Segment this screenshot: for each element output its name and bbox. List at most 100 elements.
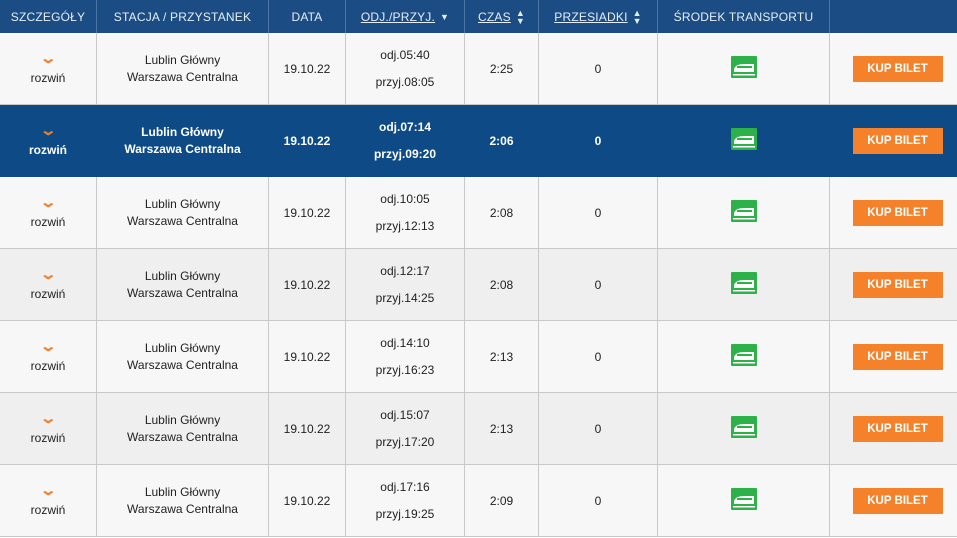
- dep-arr-cell: odj.15:07 przyj.17:20: [346, 393, 465, 465]
- ticket-cell: KUP BILET: [830, 465, 957, 537]
- from-station: Lublin Główny: [141, 124, 224, 139]
- expand-label: rozwiń: [29, 142, 67, 157]
- buy-ticket-button[interactable]: KUP BILET: [852, 415, 943, 442]
- duration-cell: 2:08: [465, 177, 539, 249]
- arrival-time: przyj.16:23: [375, 362, 435, 377]
- dep-arr-cell: odj.12:17 przyj.14:25: [346, 249, 465, 321]
- train-icon: [730, 272, 757, 297]
- station-cell: Lublin Główny Warszawa Centralna: [97, 321, 269, 393]
- from-station: Lublin Główny: [144, 52, 221, 67]
- date-cell: 19.10.22: [269, 393, 346, 465]
- duration-cell: 2:09: [465, 465, 539, 537]
- connections-table: SZCZEGÓŁY STACJA / PRZYSTANEK DATA ODJ./…: [0, 0, 957, 537]
- ticket-cell: KUP BILET: [830, 177, 957, 249]
- to-station: Warszawa Centralna: [127, 285, 238, 300]
- from-station: Lublin Główny: [144, 484, 221, 499]
- ticket-cell: KUP BILET: [830, 105, 957, 177]
- buy-ticket-button[interactable]: KUP BILET: [852, 199, 943, 226]
- departure-time: odj.15:07: [380, 407, 430, 422]
- departure-time: odj.05:40: [380, 47, 430, 62]
- header-date: DATA: [269, 0, 346, 33]
- chevron-down-icon: ⌄: [39, 409, 57, 427]
- transport-cell: [658, 33, 830, 105]
- station-cell: Lublin Główny Warszawa Centralna: [97, 393, 269, 465]
- train-icon: [730, 200, 757, 225]
- arrival-time: przyj.14:25: [375, 290, 435, 305]
- ticket-cell: KUP BILET: [830, 249, 957, 321]
- table-row: ⌄ rozwiń Lublin Główny Warszawa Centralna 19…: [0, 249, 957, 321]
- table-row: ⌄ rozwiń Lublin Główny Warszawa Centralna 19…: [0, 393, 957, 465]
- date-cell: 19.10.22: [269, 33, 346, 105]
- date-cell: 19.10.22: [269, 105, 346, 177]
- duration-cell: 2:08: [465, 249, 539, 321]
- transfers-cell: 0: [539, 33, 658, 105]
- expand-label: rozwiń: [30, 502, 66, 517]
- expand-toggle[interactable]: ⌄ rozwiń: [0, 465, 97, 537]
- buy-ticket-button[interactable]: KUP BILET: [852, 487, 943, 514]
- duration-cell: 2:13: [465, 321, 539, 393]
- expand-toggle[interactable]: ⌄ rozwiń: [0, 177, 97, 249]
- transport-cell: [658, 321, 830, 393]
- train-icon: [730, 344, 757, 369]
- to-station: Warszawa Centralna: [124, 141, 241, 156]
- transport-cell: [658, 105, 830, 177]
- transport-cell: [658, 465, 830, 537]
- expand-toggle[interactable]: ⌄ rozwiń: [0, 393, 97, 465]
- transfers-cell: 0: [539, 321, 658, 393]
- expand-toggle[interactable]: ⌄ rozwiń: [0, 33, 97, 105]
- station-cell: Lublin Główny Warszawa Centralna: [97, 249, 269, 321]
- departure-time: odj.07:14: [378, 119, 432, 134]
- header-transport: ŚRODEK TRANSPORTU: [658, 0, 830, 33]
- date-cell: 19.10.22: [269, 177, 346, 249]
- header-details: SZCZEGÓŁY: [0, 0, 97, 33]
- header-station: STACJA / PRZYSTANEK: [97, 0, 269, 33]
- header-empty: [830, 0, 957, 33]
- arrival-time: przyj.12:13: [375, 218, 435, 233]
- buy-ticket-button[interactable]: KUP BILET: [852, 343, 943, 370]
- from-station: Lublin Główny: [144, 268, 221, 283]
- sort-dep-arr-button[interactable]: ODJ./PRZYJ. ▼: [346, 0, 465, 33]
- station-cell: Lublin Główny Warszawa Centralna: [97, 465, 269, 537]
- to-station: Warszawa Centralna: [127, 501, 238, 516]
- expand-label: rozwiń: [30, 70, 66, 85]
- chevron-down-icon: ⌄: [39, 337, 57, 355]
- expand-toggle[interactable]: ⌄ rozwiń: [0, 249, 97, 321]
- train-icon: [730, 56, 757, 81]
- expand-toggle[interactable]: ⌄ rozwiń: [0, 321, 97, 393]
- transport-cell: [658, 393, 830, 465]
- to-station: Warszawa Centralna: [127, 357, 238, 372]
- sort-transfers-button[interactable]: PRZESIADKI ▲ ▼: [539, 0, 658, 33]
- table-row: ⌄ rozwiń Lublin Główny Warszawa Centralna 19…: [0, 321, 957, 393]
- departure-time: odj.10:05: [380, 191, 430, 206]
- station-cell: Lublin Główny Warszawa Centralna: [97, 177, 269, 249]
- from-station: Lublin Główny: [144, 412, 221, 427]
- from-station: Lublin Główny: [144, 340, 221, 355]
- duration-cell: 2:13: [465, 393, 539, 465]
- expand-toggle[interactable]: ⌄ rozwiń: [0, 105, 97, 177]
- chevron-down-icon: ⌄: [39, 265, 57, 283]
- transfers-cell: 0: [539, 465, 658, 537]
- expand-label: rozwiń: [30, 214, 66, 229]
- table-row: ⌄ rozwiń Lublin Główny Warszawa Centralna 19…: [0, 33, 957, 105]
- dep-arr-cell: odj.14:10 przyj.16:23: [346, 321, 465, 393]
- arrival-time: przyj.19:25: [375, 506, 435, 521]
- table-header: SZCZEGÓŁY STACJA / PRZYSTANEK DATA ODJ./…: [0, 0, 957, 33]
- buy-ticket-button[interactable]: KUP BILET: [852, 55, 943, 82]
- table-row: ⌄ rozwiń Lublin Główny Warszawa Centralna 19…: [0, 105, 957, 177]
- sort-updown-icon: ▲ ▼: [632, 7, 642, 26]
- buy-ticket-button[interactable]: KUP BILET: [852, 271, 943, 298]
- buy-ticket-button[interactable]: KUP BILET: [852, 127, 943, 154]
- train-icon: [730, 416, 757, 441]
- date-cell: 19.10.22: [269, 321, 346, 393]
- header-time-label: CZAS: [478, 9, 511, 24]
- dep-arr-cell: odj.05:40 przyj.08:05: [346, 33, 465, 105]
- date-cell: 19.10.22: [269, 465, 346, 537]
- to-station: Warszawa Centralna: [127, 69, 238, 84]
- transport-cell: [658, 177, 830, 249]
- sort-updown-icon: ▲ ▼: [515, 7, 525, 26]
- header-transfers-label: PRZESIADKI: [554, 9, 628, 24]
- sort-time-button[interactable]: CZAS ▲ ▼: [465, 0, 539, 33]
- arrival-time: przyj.08:05: [375, 74, 435, 89]
- arrival-time: przyj.09:20: [373, 146, 437, 161]
- expand-label: rozwiń: [30, 286, 66, 301]
